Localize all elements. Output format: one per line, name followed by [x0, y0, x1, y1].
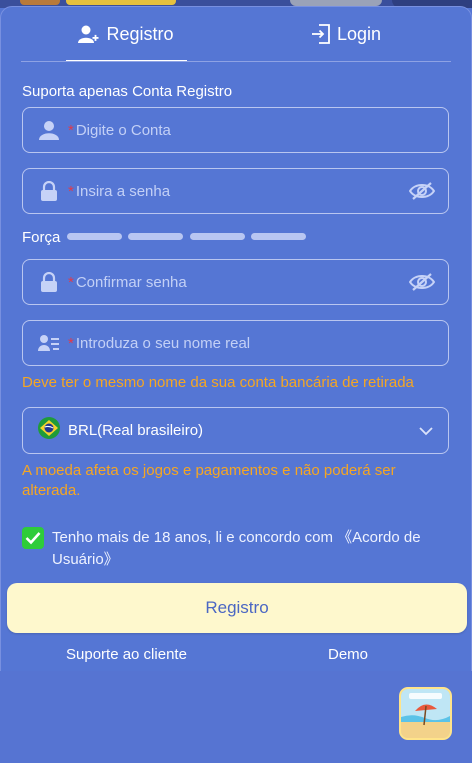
id-card-icon [38, 332, 60, 354]
account-field[interactable]: * Digite o Conta [22, 107, 449, 153]
account-placeholder: Digite o Conta [75, 121, 171, 139]
beach-promo-icon [401, 689, 450, 738]
support-link[interactable]: Suporte ao cliente [66, 646, 187, 663]
real-name-placeholder: Introduza o seu nome real [75, 334, 251, 352]
register-button[interactable]: Registro [7, 583, 467, 633]
required-mark: * [68, 334, 74, 352]
terms-text[interactable]: Tenho mais de 18 anos, li e concordo com… [52, 527, 442, 571]
login-icon [311, 24, 330, 44]
tabs-divider [21, 61, 451, 62]
chevron-down-icon [418, 423, 434, 444]
strength-bar [251, 233, 306, 240]
demo-link[interactable]: Demo [328, 646, 368, 663]
tab-login[interactable]: Login [301, 7, 391, 61]
tab-register-label: Registro [106, 23, 174, 44]
add-user-icon [78, 25, 99, 43]
eye-off-icon[interactable] [408, 181, 436, 206]
terms-checkbox[interactable] [22, 527, 44, 549]
confirm-placeholder: Confirmar senha [75, 273, 187, 291]
promo-floating-button[interactable] [399, 687, 452, 740]
real-name-field[interactable]: * Introduza o seu nome real [22, 320, 449, 366]
lock-icon [38, 271, 60, 293]
brazil-flag-icon [38, 417, 60, 444]
strength-bar [128, 233, 183, 240]
support-note: Suporta apenas Conta Registro [22, 83, 233, 100]
confirm-password-field[interactable]: * Confirmar senha [22, 259, 449, 305]
auth-tabs: Registro Login [1, 7, 471, 62]
lock-icon [38, 180, 60, 202]
terms-agreement: Tenho mais de 18 anos, li e concordo com… [22, 527, 442, 571]
required-mark: * [68, 121, 74, 139]
register-panel: Registro Login Suporta apenas Conta Regi… [0, 6, 472, 673]
strength-bar [67, 233, 122, 240]
eye-off-icon[interactable] [408, 272, 436, 297]
required-mark: * [68, 182, 74, 200]
currency-value: BRL(Real brasileiro) [68, 422, 204, 439]
currency-warning: A moeda afeta os jogos e pagamentos e nã… [22, 462, 396, 499]
user-icon [38, 119, 60, 141]
check-icon [25, 532, 41, 545]
currency-select[interactable]: BRL(Real brasileiro) [22, 407, 449, 454]
tab-register[interactable]: Registro [66, 7, 186, 61]
tab-login-label: Login [336, 23, 382, 44]
password-field[interactable]: * Insira a senha [22, 168, 449, 214]
password-placeholder: Insira a senha [75, 182, 171, 200]
required-mark: * [68, 273, 74, 291]
real-name-warning: Deve ter o mesmo nome da sua conta bancá… [22, 374, 414, 391]
strength-bar [190, 233, 245, 240]
strength-label: Força [22, 229, 61, 246]
